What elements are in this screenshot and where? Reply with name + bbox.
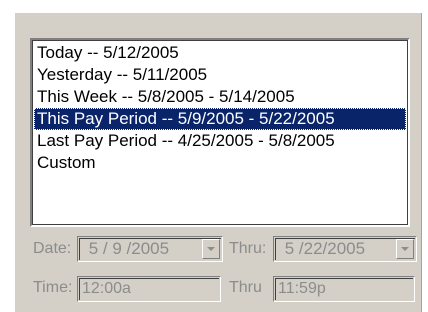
date-thru-value: 5 /22/2005 [280,239,366,258]
list-item-last-pay-period[interactable]: Last Pay Period -- 4/25/2005 - 5/8/2005 [34,130,406,152]
time-thru-field[interactable]: 11:59p [273,276,415,302]
time-from-field[interactable]: 12:00a [77,276,221,302]
date-range-panel: Today -- 5/12/2005 Yesterday -- 5/11/200… [14,12,422,312]
date-from-label: Date: [33,240,72,257]
date-thru-dropdown-button[interactable] [396,239,414,259]
list-item-this-week[interactable]: This Week -- 5/8/2005 - 5/14/2005 [34,86,406,108]
date-range-listbox[interactable]: Today -- 5/12/2005 Yesterday -- 5/11/200… [30,38,410,227]
list-item-today[interactable]: Today -- 5/12/2005 [34,42,406,64]
time-from-label: Time: [33,279,73,296]
date-from-value: 5 / 9 /2005 [84,239,170,258]
list-item-yesterday[interactable]: Yesterday -- 5/11/2005 [34,64,406,86]
time-thru-label: Thru [229,279,262,296]
list-item-this-pay-period[interactable]: This Pay Period -- 5/9/2005 - 5/22/2005 [34,108,406,130]
date-thru-picker[interactable]: 5 /22/2005 [273,236,417,262]
date-from-picker[interactable]: 5 / 9 /2005 [77,236,223,262]
date-from-dropdown-button[interactable] [202,239,220,259]
time-thru-value: 11:59p [278,280,326,297]
date-thru-label: Thru: [229,240,267,257]
list-item-custom[interactable]: Custom [34,152,406,174]
time-from-value: 12:00a [82,280,131,297]
